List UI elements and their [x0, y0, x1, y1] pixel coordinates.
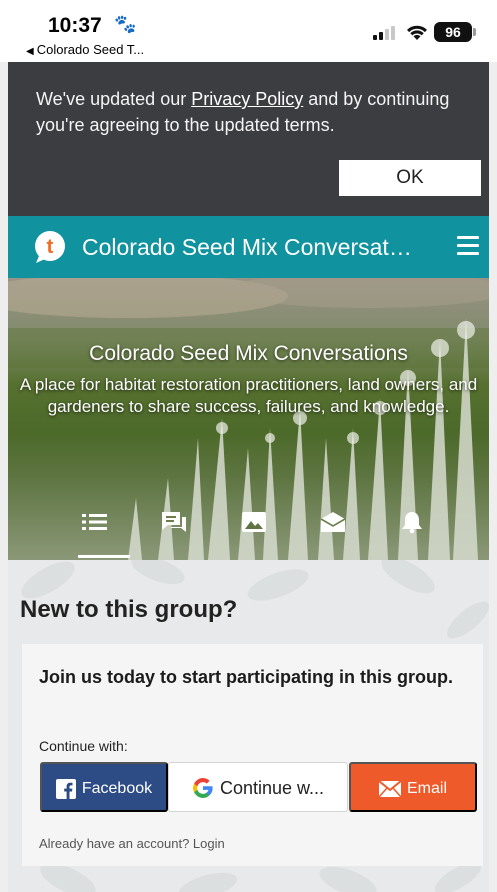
google-icon: [192, 778, 213, 798]
paw-icon: 🐾: [114, 14, 137, 34]
join-section: New to this group? Join us today to star…: [8, 560, 489, 892]
hero-description: A place for habitat restoration practiti…: [19, 375, 478, 416]
back-app-label: Colorado Seed T...: [36, 42, 145, 57]
logo-letter: t: [47, 236, 54, 258]
cookie-banner: We've updated our Privacy Policy and by …: [8, 62, 489, 216]
bell-icon[interactable]: [397, 510, 427, 534]
continue-with-label: Continue with:: [39, 738, 128, 754]
join-card: Join us today to start participating in …: [22, 644, 483, 866]
screen: 10:37 🐾 ◀ Colorado Seed T... 96 We've upd…: [0, 0, 497, 892]
login-link[interactable]: Already have an account? Login: [39, 836, 225, 851]
group-title[interactable]: Colorado Seed Mix Conversations: [82, 234, 412, 261]
email-login-button[interactable]: Email: [349, 762, 477, 812]
envelope-icon: [378, 781, 401, 797]
group-header: t Colorado Seed Mix Conversations: [8, 216, 489, 278]
battery-indicator: 96: [434, 22, 472, 42]
join-text: Join us today to start participating in …: [39, 667, 454, 687]
google-label: Continue w...: [219, 777, 325, 798]
discussions-icon[interactable]: [159, 510, 189, 534]
hamburger-menu-icon[interactable]: [457, 236, 479, 256]
battery-tip: [473, 28, 476, 36]
photos-icon[interactable]: [239, 510, 269, 534]
hero-title: Colorado Seed Mix Conversations: [89, 342, 408, 365]
list-icon[interactable]: [80, 510, 110, 534]
status-bar: 10:37 🐾 ◀ Colorado Seed T... 96: [0, 0, 497, 62]
google-login-button[interactable]: Continue w...: [168, 762, 348, 812]
cookie-text: We've updated our Privacy Policy and by …: [36, 86, 476, 138]
email-label: Email: [406, 780, 447, 797]
status-time: 10:37: [48, 14, 102, 37]
hero-banner: Colorado Seed Mix Conversations A place …: [8, 278, 489, 560]
ok-button[interactable]: OK: [339, 160, 481, 196]
privacy-policy-link[interactable]: Privacy Policy: [191, 89, 303, 109]
wifi-icon: [407, 25, 427, 40]
facebook-icon: [55, 779, 76, 799]
new-to-group-heading: New to this group?: [20, 596, 238, 623]
facebook-login-button[interactable]: Facebook: [40, 762, 168, 812]
logo-icon[interactable]: t: [33, 230, 67, 264]
back-to-app-link[interactable]: ◀ Colorado Seed T...: [26, 42, 144, 57]
active-tab-indicator: [78, 555, 130, 558]
mail-icon[interactable]: [318, 510, 348, 534]
facebook-label: Facebook: [81, 780, 153, 797]
cellular-signal-icon: [373, 24, 397, 40]
back-triangle-icon: ◀: [26, 46, 34, 57]
cookie-text-before: We've updated our: [36, 89, 192, 109]
